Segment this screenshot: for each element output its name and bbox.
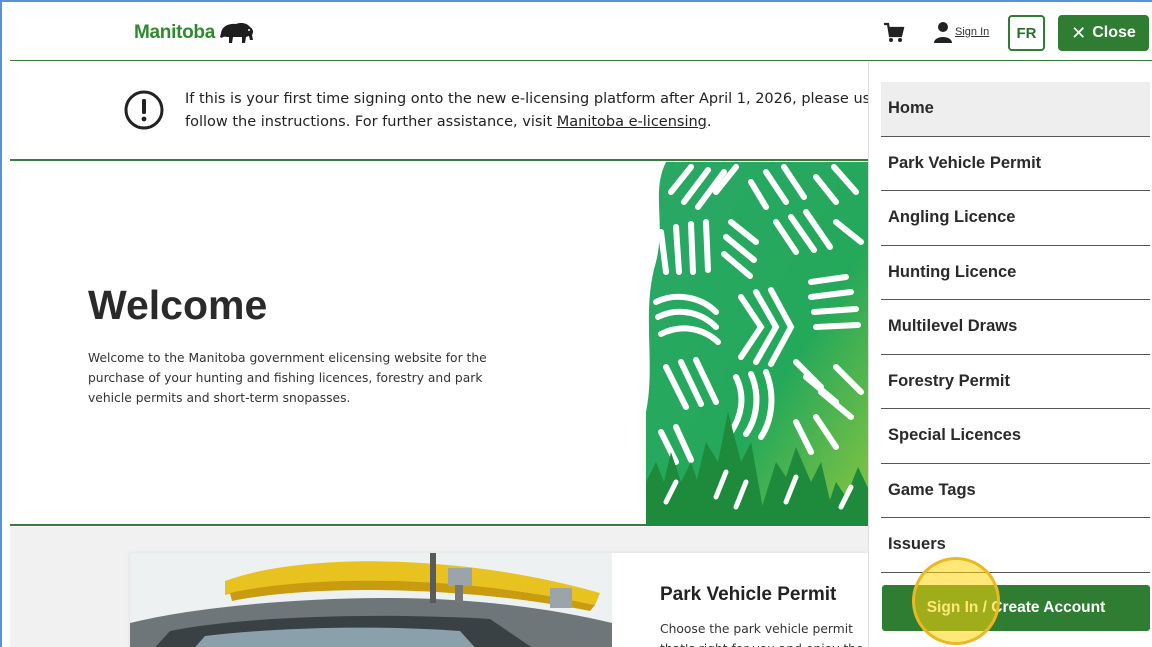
notice-text: If this is your first time signing onto …	[185, 88, 870, 134]
signin-link[interactable]: Sign In	[955, 26, 989, 38]
menu-item-angling-licence[interactable]: Angling Licence	[881, 191, 1150, 246]
navigation-drawer: Home Park Vehicle Permit Angling Licence…	[868, 62, 1152, 647]
notice-line-2: follow the instructions. For further ass…	[185, 111, 870, 134]
person-icon[interactable]	[933, 21, 953, 43]
decorative-pattern-image	[646, 162, 870, 526]
language-toggle-button[interactable]: FR	[1008, 15, 1045, 51]
site-header: Manitoba Sign In FR ✕ Close	[10, 4, 1152, 61]
notice-line-1: If this is your first time signing onto …	[185, 91, 870, 107]
welcome-description: Welcome to the Manitoba government elice…	[88, 351, 487, 405]
notice-line-2-suffix: .	[706, 114, 712, 130]
close-label: Close	[1092, 24, 1136, 41]
menu-item-hunting-licence[interactable]: Hunting Licence	[881, 246, 1150, 300]
menu-item-park-vehicle-permit[interactable]: Park Vehicle Permit	[881, 137, 1150, 191]
card-description: Choose the park vehicle permit that's ri…	[660, 622, 864, 647]
shopping-cart-icon[interactable]	[883, 22, 905, 44]
notice-banner: If this is your first time signing onto …	[10, 62, 870, 161]
drawer-menu: Home Park Vehicle Permit Angling Licence…	[881, 82, 1150, 573]
menu-item-home[interactable]: Home	[881, 82, 1150, 137]
menu-item-issuers[interactable]: Issuers	[881, 518, 1150, 573]
menu-item-multilevel-draws[interactable]: Multilevel Draws	[881, 300, 1150, 355]
menu-item-special-licences[interactable]: Special Licences	[881, 409, 1150, 464]
manitoba-elicensing-link[interactable]: Manitoba e-licensing	[557, 114, 707, 130]
close-icon: ✕	[1071, 22, 1087, 43]
sign-in-create-account-button[interactable]: Sign In / Create Account	[882, 585, 1150, 631]
bison-icon	[220, 23, 254, 43]
exclamation-circle-icon	[124, 90, 164, 130]
menu-item-game-tags[interactable]: Game Tags	[881, 464, 1150, 518]
menu-item-forestry-permit[interactable]: Forestry Permit	[881, 355, 1150, 409]
close-menu-button[interactable]: ✕ Close	[1058, 15, 1149, 51]
page-title: Welcome	[88, 282, 268, 328]
welcome-hero: Welcome Welcome to the Manitoba governme…	[10, 162, 870, 526]
services-section: Park Vehicle Permit Choose the park vehi…	[10, 527, 870, 647]
manitoba-logo[interactable]: Manitoba	[134, 20, 255, 46]
logo-text: Manitoba	[134, 22, 215, 43]
car-with-kayak-image	[130, 553, 612, 647]
notice-line-2-prefix: follow the instructions. For further ass…	[185, 114, 557, 130]
park-vehicle-permit-card[interactable]: Park Vehicle Permit Choose the park vehi…	[130, 553, 870, 647]
card-title: Park Vehicle Permit	[660, 584, 837, 605]
